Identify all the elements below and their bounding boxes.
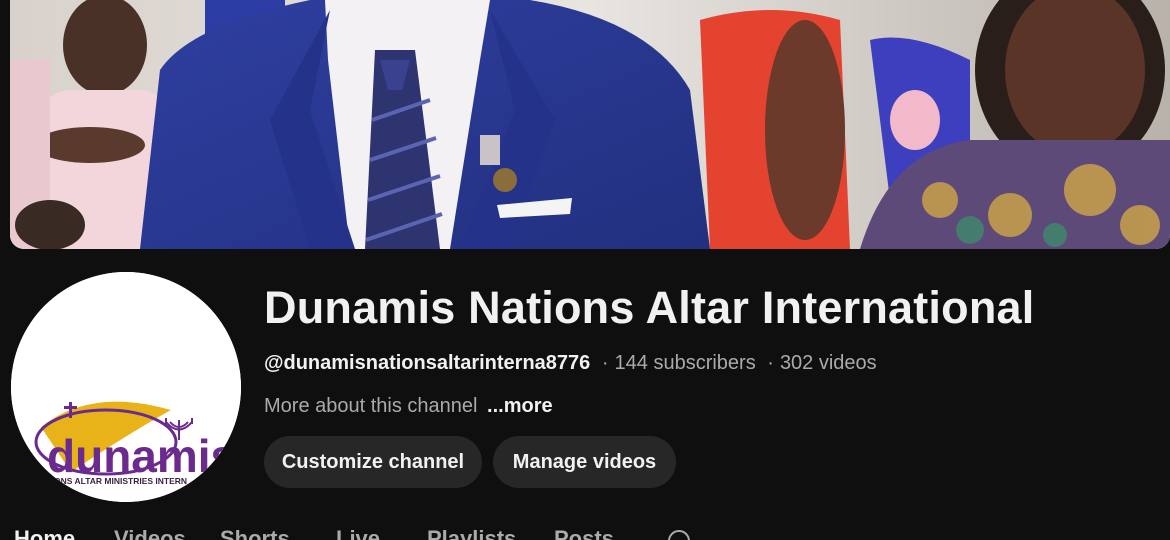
search-icon[interactable]	[668, 530, 690, 540]
tab-live[interactable]: Live	[336, 526, 380, 540]
tab-videos[interactable]: Videos	[114, 526, 186, 540]
meta-separator: ·	[601, 352, 609, 374]
dunamis-logo: dunamis ATIONS ALTAR MINISTRIES INTERN	[11, 272, 241, 502]
tab-home[interactable]: Home	[14, 526, 75, 540]
video-count: 302 videos	[779, 352, 877, 374]
channel-title: Dunamis Nations Altar International	[264, 282, 1035, 333]
channel-handle: @dunamisnationsaltarinterna8776	[264, 352, 591, 374]
more-link[interactable]: ...more	[487, 395, 553, 417]
banner-photo	[10, 0, 1170, 249]
subscriber-count: 144 subscribers	[614, 352, 756, 374]
tab-shorts[interactable]: Shorts	[220, 526, 290, 540]
channel-about[interactable]: More about this channel ...more	[264, 395, 553, 418]
about-text[interactable]: More about this channel	[264, 395, 477, 417]
channel-banner	[10, 0, 1170, 249]
channel-meta: @dunamisnationsaltarinterna8776 · 144 sub…	[264, 352, 877, 375]
logo-word: dunamis	[47, 430, 236, 482]
channel-avatar[interactable]: dunamis ATIONS ALTAR MINISTRIES INTERN	[11, 272, 241, 502]
tab-playlists[interactable]: Playlists	[427, 526, 516, 540]
meta-separator: ·	[767, 352, 774, 374]
channel-page: dunamis ATIONS ALTAR MINISTRIES INTERN D…	[0, 0, 1170, 540]
customize-channel-button[interactable]: Customize channel	[264, 436, 482, 488]
tab-posts[interactable]: Posts	[554, 526, 614, 540]
manage-videos-button[interactable]: Manage videos	[493, 436, 676, 488]
logo-subtitle: ATIONS ALTAR MINISTRIES INTERN	[41, 476, 187, 486]
